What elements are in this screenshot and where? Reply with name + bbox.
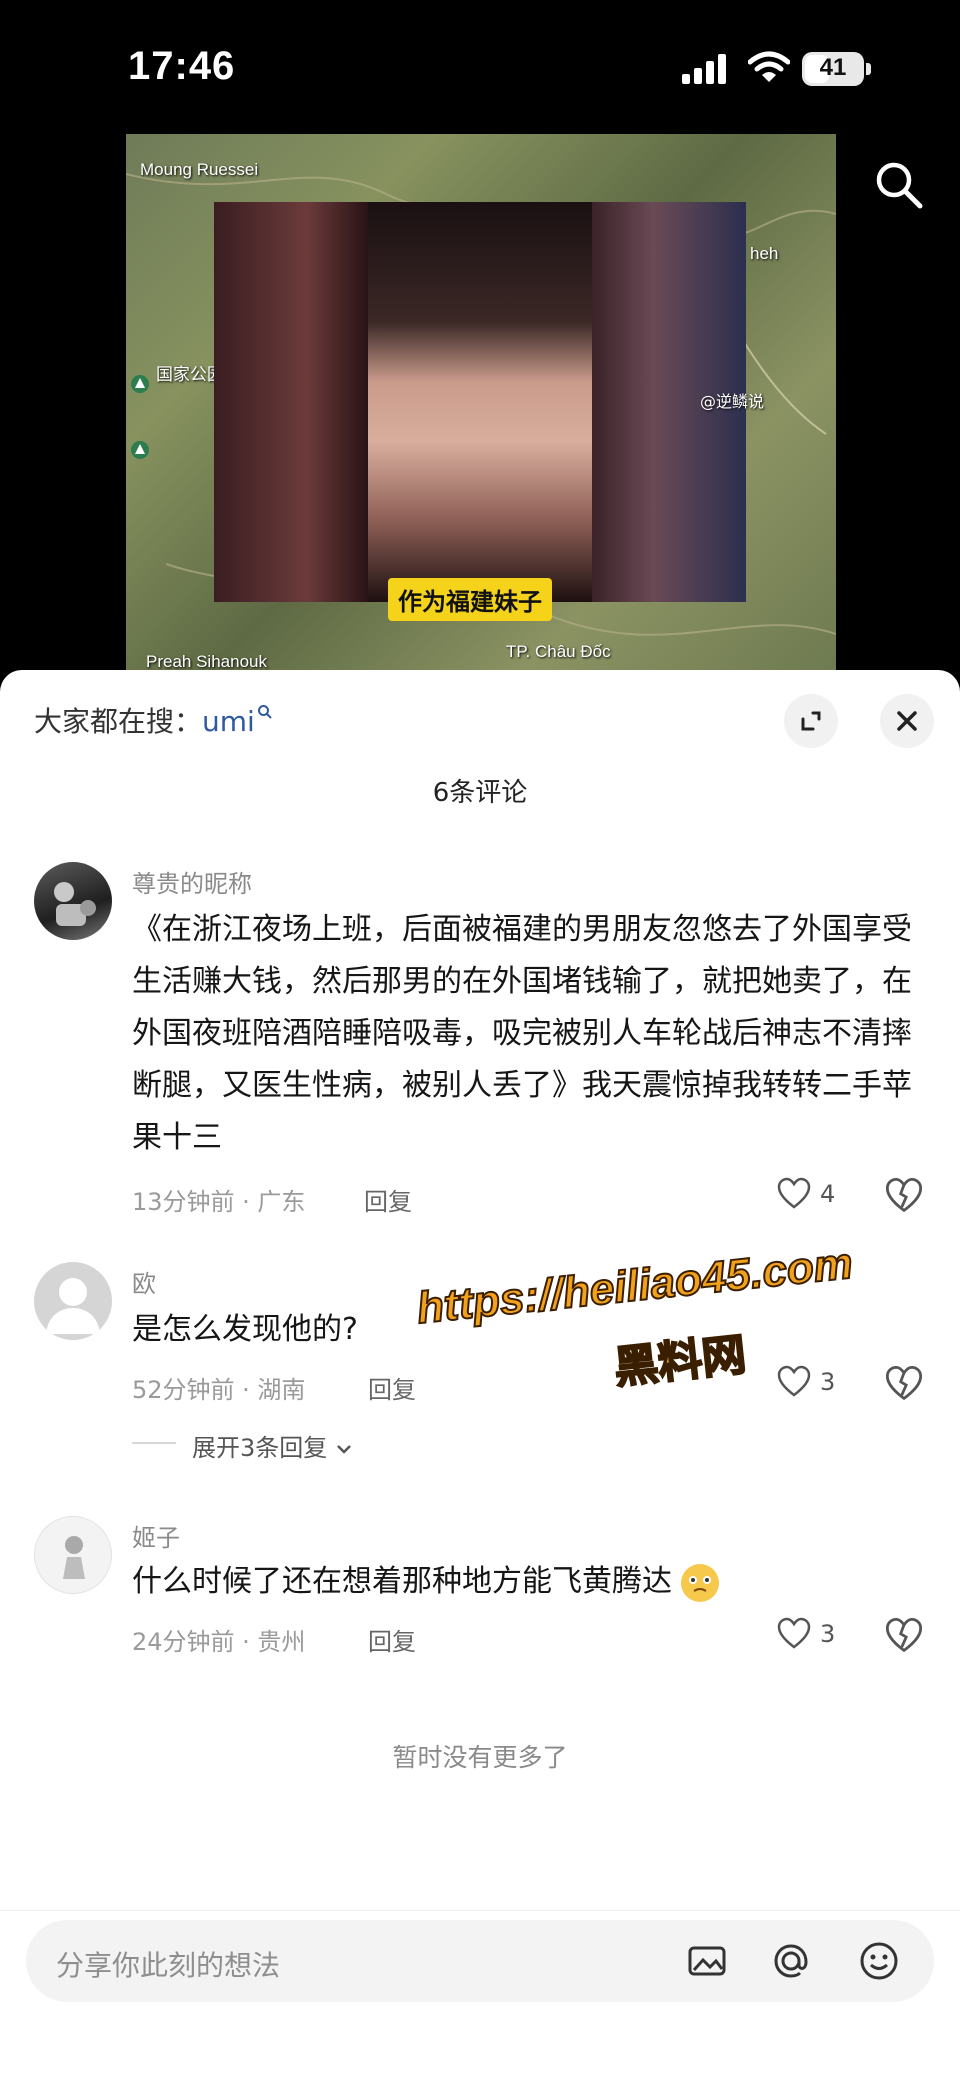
comment-username[interactable]: 尊贵的昵称: [132, 864, 252, 899]
chevron-down-icon: [337, 1445, 351, 1454]
comment-username[interactable]: 姬子: [132, 1518, 180, 1553]
comment-meta: 52分钟前 · 湖南: [132, 1376, 306, 1404]
like-button[interactable]: 3: [776, 1616, 835, 1656]
site-watermark-name: 黑料网: [611, 1328, 750, 1395]
reply-button[interactable]: 回复: [364, 1182, 412, 1217]
default-avatar-icon: [46, 1278, 100, 1334]
trending-prefix: 大家都在搜：: [34, 705, 203, 738]
video-frame: [214, 202, 746, 602]
video-person-image: [368, 202, 592, 602]
search-icon[interactable]: [870, 156, 926, 212]
reply-button[interactable]: 回复: [368, 1622, 416, 1657]
emoji-flushed-icon: [681, 1563, 719, 1602]
status-time: 17:46: [128, 44, 236, 88]
avatar[interactable]: [34, 1262, 112, 1340]
close-button[interactable]: [880, 694, 934, 748]
like-count: 4: [820, 1180, 836, 1208]
expand-divider: [132, 1442, 176, 1444]
park-icon: [131, 441, 149, 459]
comment-input[interactable]: 分享你此刻的想法: [26, 1920, 934, 2002]
comment-count: 6条评论: [432, 778, 528, 808]
comment-text: 什么时候了还在想着那种地方能飞黄腾达: [132, 1564, 672, 1599]
comment-input-placeholder: 分享你此刻的想法: [56, 1949, 281, 1982]
avatar[interactable]: [34, 862, 112, 940]
divider: [0, 1910, 960, 1911]
battery-indicator: 41: [802, 52, 872, 86]
video-subtitle: 作为福建妹子: [388, 578, 552, 621]
no-more-text: 暂时没有更多了: [392, 1743, 568, 1772]
dislike-icon[interactable]: [884, 1176, 924, 1216]
video-player[interactable]: Moung Ruessei 国家公园 Preah Sihanouk TP. Ch…: [0, 130, 960, 670]
video-watermark: @逆鳞说: [700, 392, 765, 411]
reply-button[interactable]: 回复: [368, 1370, 416, 1405]
map-label: heh: [750, 244, 779, 263]
comment-meta: 24分钟前 · 贵州: [132, 1628, 306, 1656]
like-count: 3: [820, 1620, 836, 1648]
trending-search[interactable]: 大家都在搜：umi: [34, 700, 273, 740]
at-mention-icon[interactable]: [770, 1940, 812, 1982]
expand-replies-button[interactable]: 展开3条回复: [192, 1428, 353, 1463]
expand-button[interactable]: [784, 694, 838, 748]
battery-level: 41: [819, 54, 847, 81]
like-button[interactable]: 4: [776, 1176, 835, 1216]
trending-keyword[interactable]: umi: [202, 705, 255, 738]
cellular-signal-icon: [682, 54, 726, 84]
comment-username[interactable]: 欧: [132, 1264, 156, 1299]
heart-icon: [777, 1177, 811, 1209]
emoji-icon[interactable]: [858, 1940, 900, 1982]
comment-meta: 13分钟前 · 广东: [132, 1188, 306, 1216]
avatar[interactable]: [34, 1516, 112, 1594]
comment-text: 《在浙江夜场上班，后面被福建的男朋友忽悠去了外国享受生活赚大钱，然后那男的在外国…: [132, 912, 912, 1155]
close-icon: [897, 711, 917, 731]
image-icon[interactable]: [686, 1940, 728, 1982]
expand-icon: [801, 711, 821, 731]
status-bar: 17:46 41: [0, 0, 960, 130]
dislike-icon[interactable]: [884, 1616, 924, 1656]
map-label: TP. Châu Đốc: [506, 642, 611, 661]
wifi-icon: [748, 51, 790, 82]
search-icon: [257, 705, 272, 719]
map-label: Preah Sihanouk: [146, 652, 267, 670]
map-label: Moung Ruessei: [140, 160, 259, 179]
heart-icon: [777, 1617, 811, 1649]
park-icon: [131, 375, 149, 393]
comment-text-row: 什么时候了还在想着那种地方能飞黄腾达: [132, 1556, 722, 1608]
expand-replies-label: 展开3条回复: [192, 1434, 328, 1462]
